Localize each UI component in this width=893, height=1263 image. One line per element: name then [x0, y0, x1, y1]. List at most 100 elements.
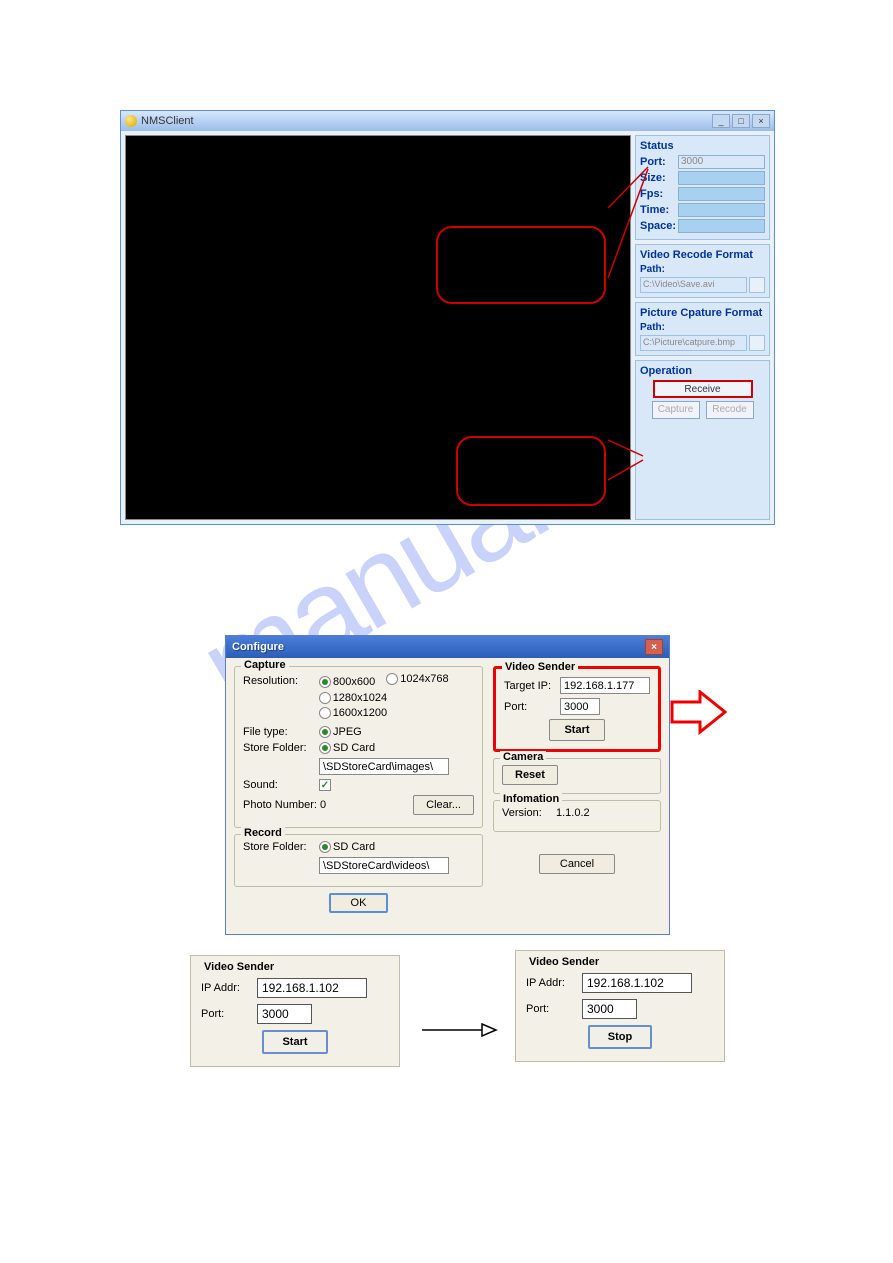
- information-fieldset: Infomation Version: 1.1.0.2: [493, 800, 661, 832]
- video-sender-start-panel: Video Sender IP Addr: Port: Start: [190, 955, 400, 1067]
- maximize-button[interactable]: □: [732, 114, 750, 128]
- transition-arrow-icon: [420, 1020, 500, 1040]
- radio-icon: [319, 692, 331, 704]
- vs-start-ip-input[interactable]: [257, 978, 367, 998]
- time-label: Time:: [640, 204, 678, 216]
- res-1280-label: 1280x1024: [333, 692, 387, 704]
- record-sd-label: SD Card: [333, 841, 375, 853]
- close-button[interactable]: ×: [752, 114, 770, 128]
- receive-button[interactable]: Receive: [653, 380, 753, 398]
- information-legend: Infomation: [500, 793, 562, 805]
- clear-button[interactable]: Clear...: [413, 795, 474, 815]
- capture-button[interactable]: Capture: [652, 401, 700, 419]
- vs-stop-port-label: Port:: [526, 1003, 576, 1015]
- radio-icon: [319, 841, 331, 853]
- recode-button[interactable]: Recode: [706, 401, 754, 419]
- fps-label: Fps:: [640, 188, 678, 200]
- vs-start-ip-label: IP Addr:: [201, 982, 251, 994]
- ok-button[interactable]: OK: [329, 893, 389, 913]
- video-sender-legend: Video Sender: [502, 661, 578, 673]
- images-path-input[interactable]: [319, 758, 449, 775]
- res-1024-option[interactable]: 1024x768: [386, 673, 448, 685]
- target-ip-input[interactable]: [560, 677, 650, 694]
- target-ip-label: Target IP:: [504, 680, 556, 692]
- recode-path-value: C:\Video\Save.avi: [640, 277, 747, 293]
- annotation-arrow-right: [670, 690, 730, 740]
- version-value: 1.1.0.2: [556, 807, 590, 819]
- video-sender-fieldset: Video Sender Target IP: Port: Start: [493, 666, 661, 752]
- res-800-option[interactable]: 800x600: [319, 676, 375, 688]
- photo-number-label: Photo Number: 0: [243, 799, 409, 811]
- vs-stop-ip-label: IP Addr:: [526, 977, 576, 989]
- radio-icon: [319, 726, 331, 738]
- port-value: 3000: [678, 155, 765, 169]
- record-legend: Record: [241, 827, 285, 839]
- record-store-label: Store Folder:: [243, 841, 315, 853]
- capture-heading: Picture Cpature Format: [640, 307, 765, 319]
- store-sd-option[interactable]: SD Card: [319, 742, 375, 754]
- sound-checkbox[interactable]: [319, 779, 331, 791]
- recode-path-label: Path:: [640, 264, 765, 275]
- capture-legend: Capture: [241, 659, 289, 671]
- window-controls: _ □ ×: [712, 114, 770, 128]
- fps-value: [678, 187, 765, 201]
- res-1600-option[interactable]: 1600x1200: [319, 707, 387, 719]
- filetype-jpeg-option[interactable]: JPEG: [319, 726, 362, 738]
- sound-label: Sound:: [243, 779, 315, 791]
- recode-browse-button[interactable]: [749, 277, 765, 293]
- store-folder-label: Store Folder:: [243, 742, 315, 754]
- space-value: [678, 219, 765, 233]
- annotation-highlight-1: [436, 226, 606, 304]
- record-fieldset: Record Store Folder: SD Card: [234, 834, 483, 887]
- videos-path-input[interactable]: [319, 857, 449, 874]
- vs-stop-ip-input[interactable]: [582, 973, 692, 993]
- radio-icon: [319, 676, 331, 688]
- camera-legend: Camera: [500, 751, 546, 763]
- capture-browse-button[interactable]: [749, 335, 765, 351]
- filetype-label: File type:: [243, 726, 315, 738]
- recode-format-panel: Video Recode Format Path: C:\Video\Save.…: [635, 244, 770, 298]
- app-icon: [125, 115, 137, 127]
- nms-titlebar[interactable]: NMSClient _ □ ×: [121, 111, 774, 131]
- resolution-label: Resolution:: [243, 675, 315, 687]
- nms-client-window: NMSClient _ □ × Status Port: 3000 Size:: [120, 110, 775, 525]
- vs-stop-button[interactable]: Stop: [588, 1025, 652, 1049]
- version-label: Version:: [502, 807, 552, 819]
- capture-path-label: Path:: [640, 322, 765, 333]
- status-heading: Status: [640, 140, 765, 152]
- operation-heading: Operation: [640, 365, 765, 377]
- res-800-label: 800x600: [333, 676, 375, 688]
- vs-start-button[interactable]: Start: [262, 1030, 327, 1054]
- minimize-button[interactable]: _: [712, 114, 730, 128]
- annotation-highlight-2: [456, 436, 606, 506]
- configure-close-button[interactable]: ×: [645, 639, 663, 655]
- reset-button[interactable]: Reset: [502, 765, 558, 785]
- video-sender-stop-panel: Video Sender IP Addr: Port: Stop: [515, 950, 725, 1062]
- side-panel: Status Port: 3000 Size: Fps: Time:: [635, 135, 770, 520]
- space-label: Space:: [640, 220, 678, 232]
- capture-format-panel: Picture Cpature Format Path: C:\Picture\…: [635, 302, 770, 356]
- vs-stop-port-input[interactable]: [582, 999, 637, 1019]
- vs-start-port-input[interactable]: [257, 1004, 312, 1024]
- configure-titlebar[interactable]: Configure ×: [226, 636, 669, 658]
- operation-panel: Operation Receive Capture Recode: [635, 360, 770, 520]
- store-sd-label: SD Card: [333, 742, 375, 754]
- radio-icon: [319, 742, 331, 754]
- vs-port-label: Port:: [504, 701, 556, 713]
- vs-port-input[interactable]: [560, 698, 600, 715]
- start-button[interactable]: Start: [549, 719, 604, 741]
- capture-fieldset: Capture Resolution: 800x600 1024x768 128…: [234, 666, 483, 828]
- vs-start-port-label: Port:: [201, 1008, 251, 1020]
- cancel-button[interactable]: Cancel: [539, 854, 615, 874]
- video-display-area: [125, 135, 631, 520]
- camera-fieldset: Camera Reset: [493, 758, 661, 794]
- configure-title: Configure: [232, 641, 645, 653]
- radio-icon: [319, 707, 331, 719]
- size-value: [678, 171, 765, 185]
- size-label: Size:: [640, 172, 678, 184]
- record-sd-option[interactable]: SD Card: [319, 841, 375, 853]
- status-panel: Status Port: 3000 Size: Fps: Time:: [635, 135, 770, 240]
- time-value: [678, 203, 765, 217]
- filetype-jpeg-label: JPEG: [333, 726, 362, 738]
- res-1280-option[interactable]: 1280x1024: [319, 692, 387, 704]
